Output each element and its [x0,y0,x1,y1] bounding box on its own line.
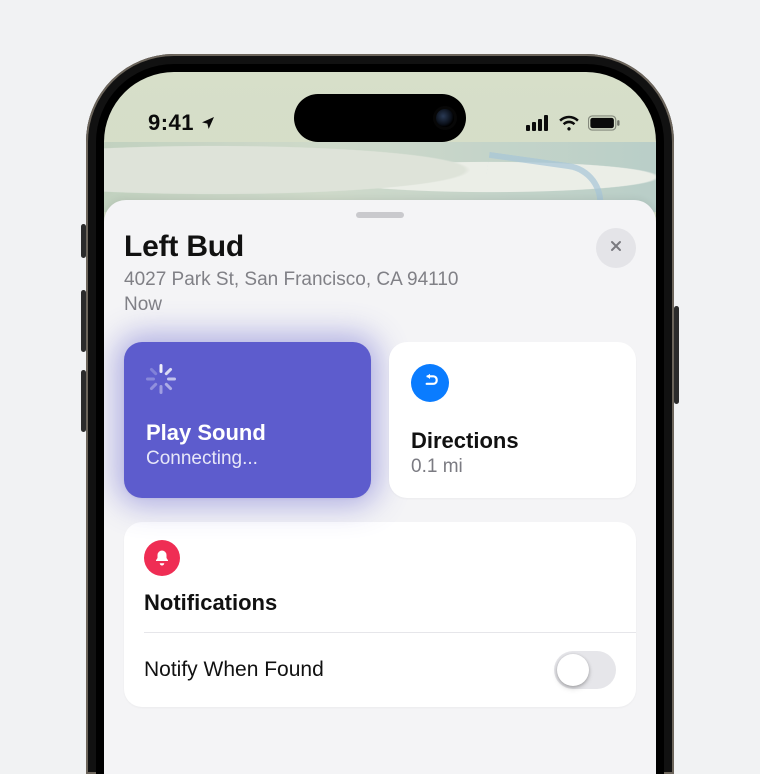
cellular-signal-icon [526,115,550,131]
find-my-device-sheet[interactable]: Left Bud 4027 Park St, San Francisco, CA… [104,200,656,774]
device-volume-up [81,290,86,352]
play-sound-card[interactable]: Play Sound Connecting... [124,342,371,498]
notifications-section: Notifications Notify When Found [124,522,636,707]
sheet-grabber[interactable] [356,212,404,218]
notify-when-found-row[interactable]: Notify When Found [144,633,616,707]
notify-when-found-label: Notify When Found [144,658,324,682]
notify-when-found-toggle[interactable] [554,651,616,689]
battery-icon [588,115,620,131]
phone-device-frame: 9:41 [86,54,674,774]
bell-icon [144,540,180,576]
device-mute-switch [81,224,86,258]
close-icon [608,238,624,259]
device-side-button [674,306,679,404]
play-sound-status: Connecting... [146,448,349,470]
device-title: Left Bud [124,230,588,264]
status-time: 9:41 [148,110,194,136]
location-services-icon [200,115,216,131]
device-last-seen: Now [124,294,588,316]
directions-distance: 0.1 mi [411,456,614,478]
play-sound-label: Play Sound [146,420,349,446]
toggle-knob [557,654,589,686]
dynamic-island [294,94,466,142]
directions-label: Directions [411,428,614,454]
front-camera [436,109,454,127]
close-button[interactable] [596,228,636,268]
directions-card[interactable]: Directions 0.1 mi [389,342,636,498]
device-volume-down [81,370,86,432]
wifi-icon [558,115,580,131]
notifications-title: Notifications [144,590,616,616]
device-address: 4027 Park St, San Francisco, CA 94110 [124,268,588,292]
directions-icon [411,364,449,402]
spinner-icon [146,364,176,394]
phone-screen: 9:41 [104,72,656,774]
